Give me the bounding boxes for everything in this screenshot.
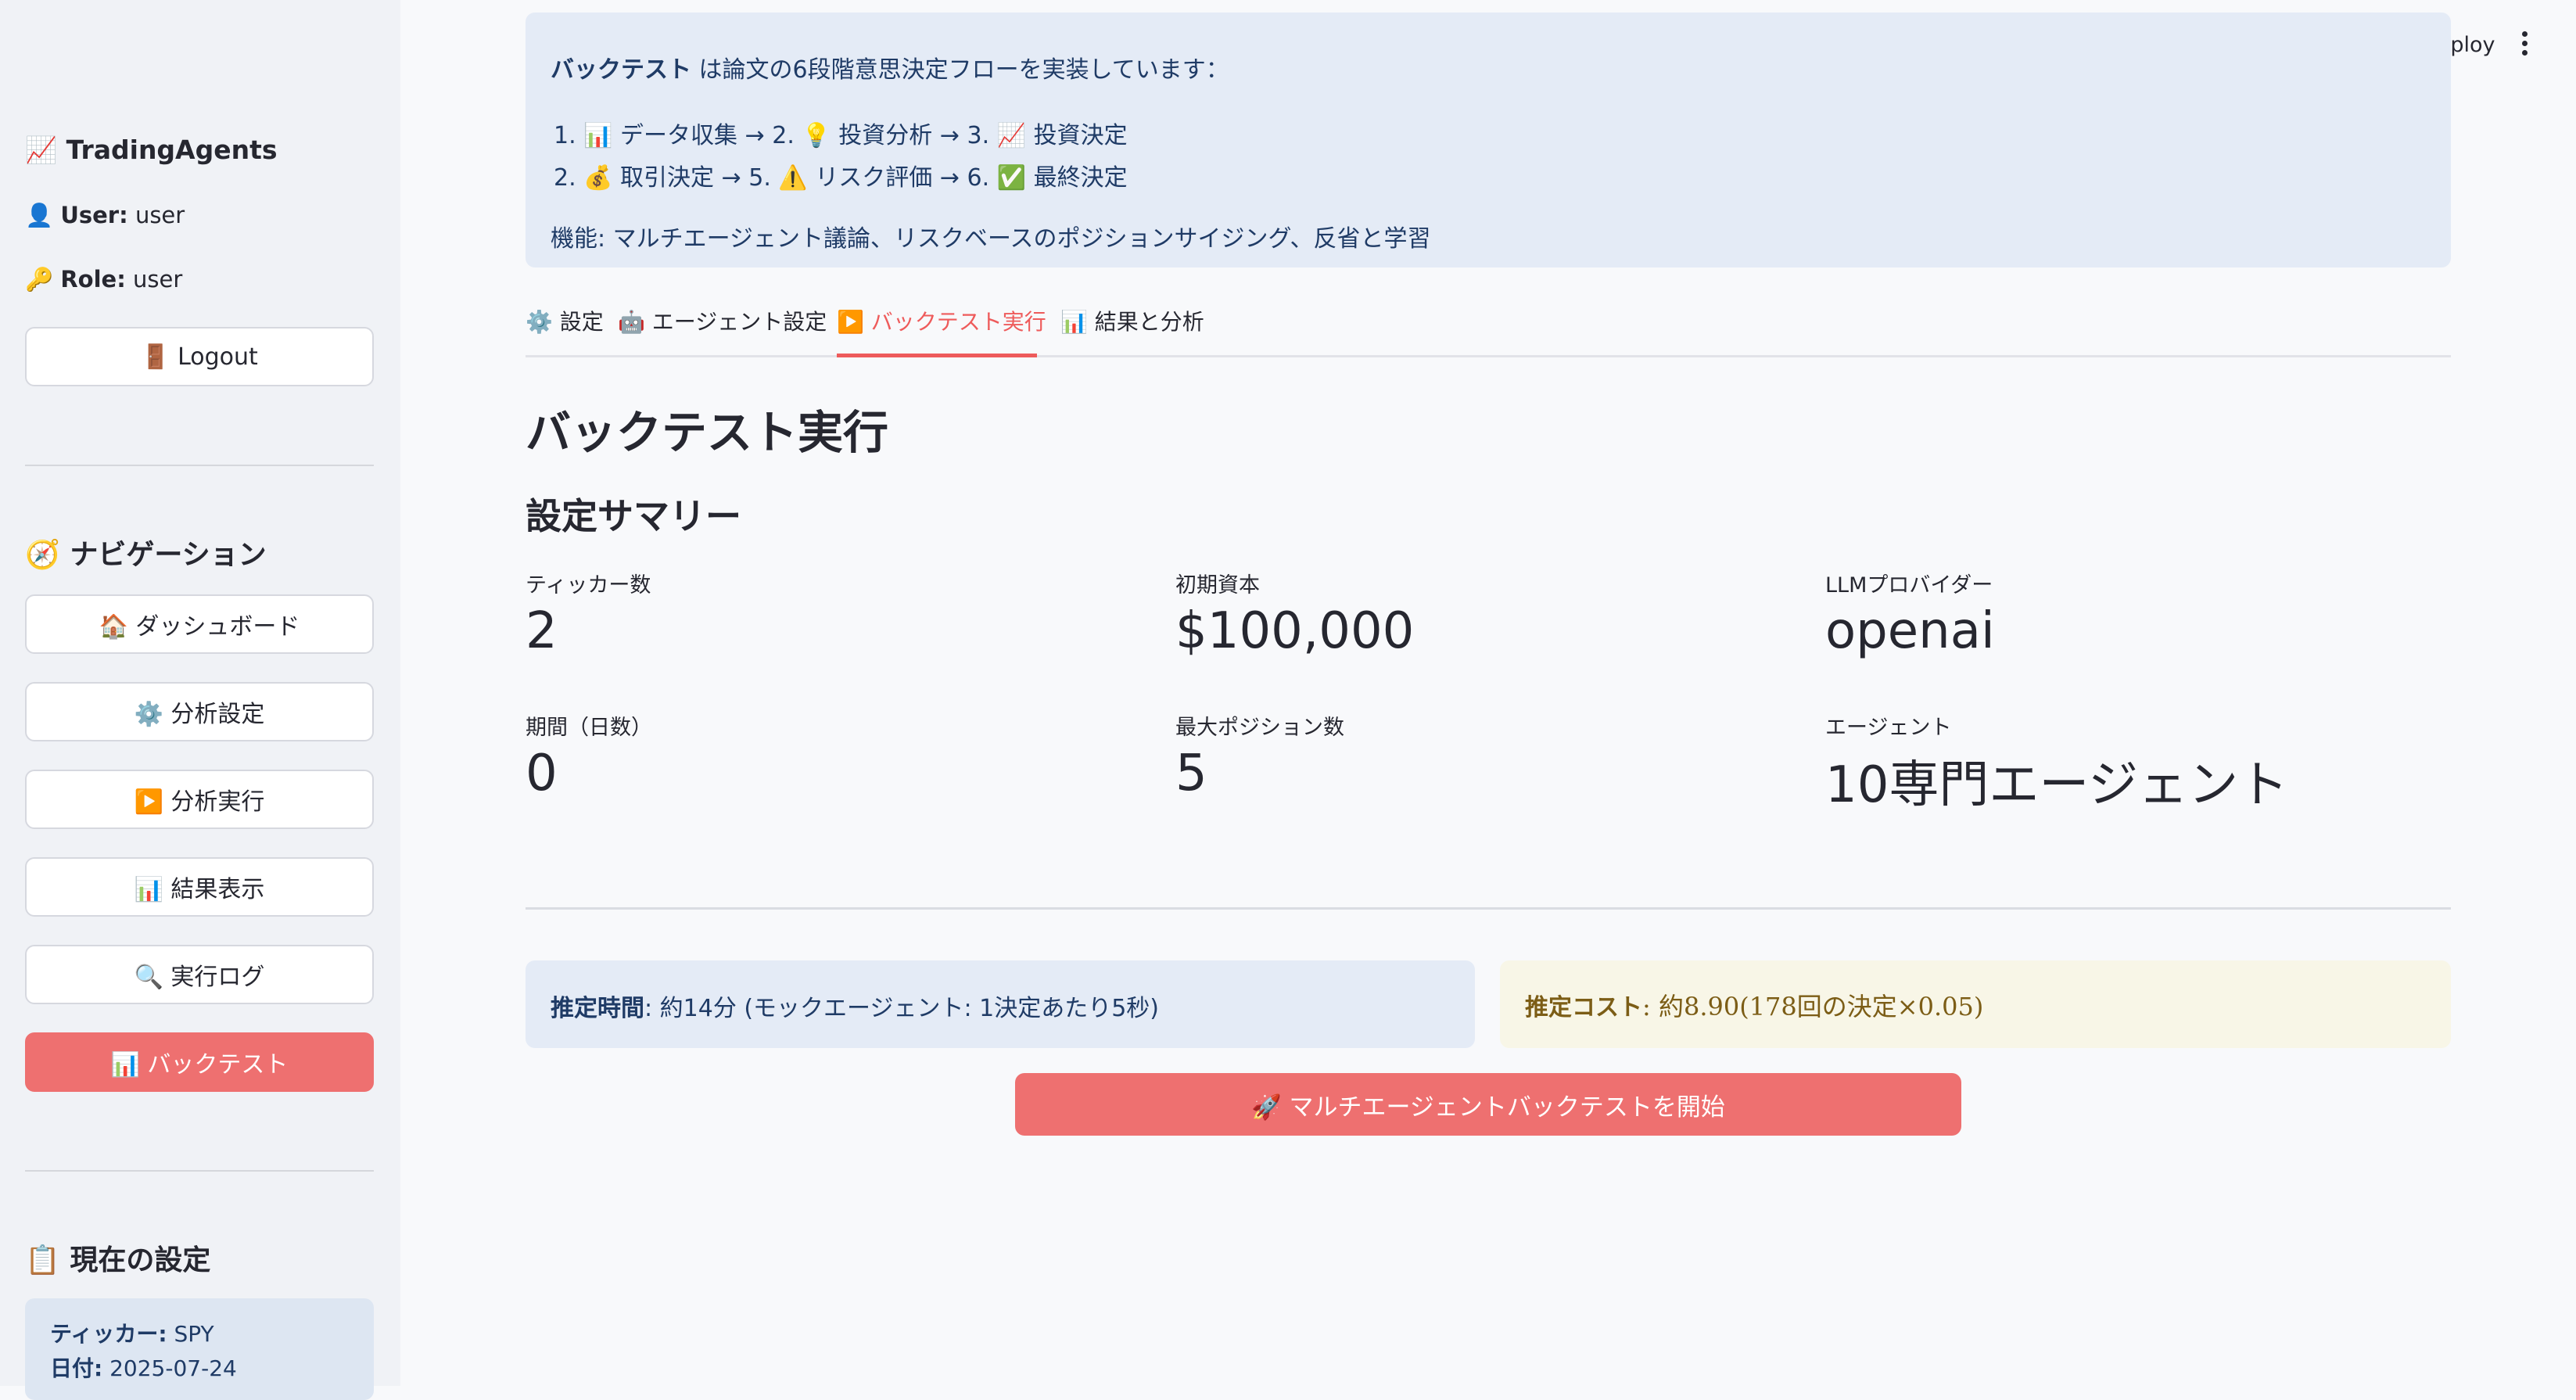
tab-bar: ⚙️ 設定 🤖 エージェント設定 ▶️ バックテスト実行 📊 結果と分析 xyxy=(526,300,2451,358)
user-icon: 👤 xyxy=(25,202,54,228)
nav-execution-log-button[interactable]: 🔍 実行ログ xyxy=(25,945,374,1004)
est-cost-label: 推定コスト xyxy=(1525,994,1642,1021)
nav-heading: 🧭 ナビゲーション xyxy=(25,539,267,571)
info-intro-bold: バックテスト xyxy=(551,56,691,84)
tab-settings[interactable]: ⚙️ 設定 xyxy=(526,305,604,336)
nav-run-analysis-button[interactable]: ▶️ 分析実行 xyxy=(25,770,374,829)
user-label: User: xyxy=(60,202,128,228)
metric-label: LLMプロバイダー xyxy=(1825,573,1993,598)
estimated-time-box: 推定時間: 約14分 (モックエージェント: 1決定あたり5秒) xyxy=(526,960,1475,1048)
info-box: バックテスト は論文の6段階意思決定フローを実装しています： 1. 📊 データ収… xyxy=(526,13,2451,267)
tab-backtest-run[interactable]: ▶️ バックテスト実行 xyxy=(837,305,1046,336)
metric-label: エージェント xyxy=(1825,716,1952,740)
nav-backtest-button[interactable]: 📊 バックテスト xyxy=(25,1032,374,1092)
key-icon: 🔑 xyxy=(25,266,54,293)
logout-button[interactable]: 🚪 Logout xyxy=(25,327,374,386)
app-title: 📈 TradingAgents xyxy=(25,135,278,165)
tab-results-analysis[interactable]: 📊 結果と分析 xyxy=(1060,305,1204,336)
metric-value: 5 xyxy=(1175,745,1207,802)
role-value: user xyxy=(133,266,183,293)
more-menu-icon[interactable] xyxy=(2517,31,2532,59)
current-settings-heading: 📋 現在の設定 xyxy=(25,1244,211,1276)
nav-results-button[interactable]: 📊 結果表示 xyxy=(25,857,374,917)
sidebar-divider xyxy=(25,465,374,466)
current-date: 日付: 2025-07-24 xyxy=(50,1352,349,1386)
sidebar-divider xyxy=(25,1170,374,1172)
ticker-label: ティッカー: xyxy=(50,1321,167,1347)
nav-analysis-settings-button[interactable]: ⚙️ 分析設定 xyxy=(25,682,374,741)
active-tab-indicator xyxy=(837,354,1037,357)
current-ticker: ティッカー: SPY xyxy=(50,1317,349,1352)
summary-heading: 設定サマリー xyxy=(526,495,741,537)
metric-label: 最大ポジション数 xyxy=(1175,716,1344,740)
metric-label: ティッカー数 xyxy=(526,573,651,598)
metric-value: 0 xyxy=(526,745,558,802)
tab-agent-settings[interactable]: 🤖 エージェント設定 xyxy=(618,305,827,336)
page-title: バックテスト実行 xyxy=(526,406,889,459)
start-backtest-button[interactable]: 🚀 マルチエージェントバックテストを開始 xyxy=(1015,1073,1961,1136)
estimated-cost-box: 推定コスト: 約8.90(178回の決定×0.05) xyxy=(1500,960,2451,1048)
est-time-label: 推定時間 xyxy=(551,995,644,1022)
metric-label: 期間（日数） xyxy=(526,716,652,740)
user-value: user xyxy=(135,202,185,228)
metric-value: 10専門エージェント xyxy=(1825,756,2289,814)
current-settings-box: ティッカー: SPY 日付: 2025-07-24 xyxy=(25,1298,374,1400)
tab-divider xyxy=(526,355,2451,357)
nav-dashboard-button[interactable]: 🏠 ダッシュボード xyxy=(25,594,374,654)
date-label: 日付: xyxy=(50,1355,103,1381)
ticker-value: SPY xyxy=(174,1321,214,1347)
metric-label: 初期資本 xyxy=(1175,573,1260,598)
info-step-line: 2. 💰 取引決定 → 5. ⚠️ リスク評価 → 6. ✅ 最終決定 xyxy=(554,164,1128,192)
role-label: Role: xyxy=(60,266,126,293)
user-info: 👤 User: user xyxy=(25,202,185,229)
section-divider xyxy=(526,907,2451,910)
metric-value: openai xyxy=(1825,602,1995,660)
metric-value: 2 xyxy=(526,602,558,660)
info-step-line: 1. 📊 データ収集 → 2. 💡 投資分析 → 3. 📈 投資決定 xyxy=(554,122,1128,149)
info-intro-text: は論文の6段階意思決定フローを実装しています： xyxy=(691,56,1229,84)
role-info: 🔑 Role: user xyxy=(25,266,182,293)
date-value: 2025-07-24 xyxy=(109,1355,237,1381)
info-intro: バックテスト は論文の6段階意思決定フローを実装しています： xyxy=(551,50,1229,84)
metric-value: $100,000 xyxy=(1175,602,1415,660)
info-features: 機能: マルチエージェント議論、リスクベースのポジションサイジング、反省と学習 xyxy=(551,225,1431,253)
est-cost-value: : 約8.90(178回の決定×0.05) xyxy=(1642,992,1984,1021)
sidebar: 📈 TradingAgents 👤 User: user 🔑 Role: use… xyxy=(0,0,400,1400)
est-time-value: : 約14分 (モックエージェント: 1決定あたり5秒) xyxy=(644,995,1159,1022)
